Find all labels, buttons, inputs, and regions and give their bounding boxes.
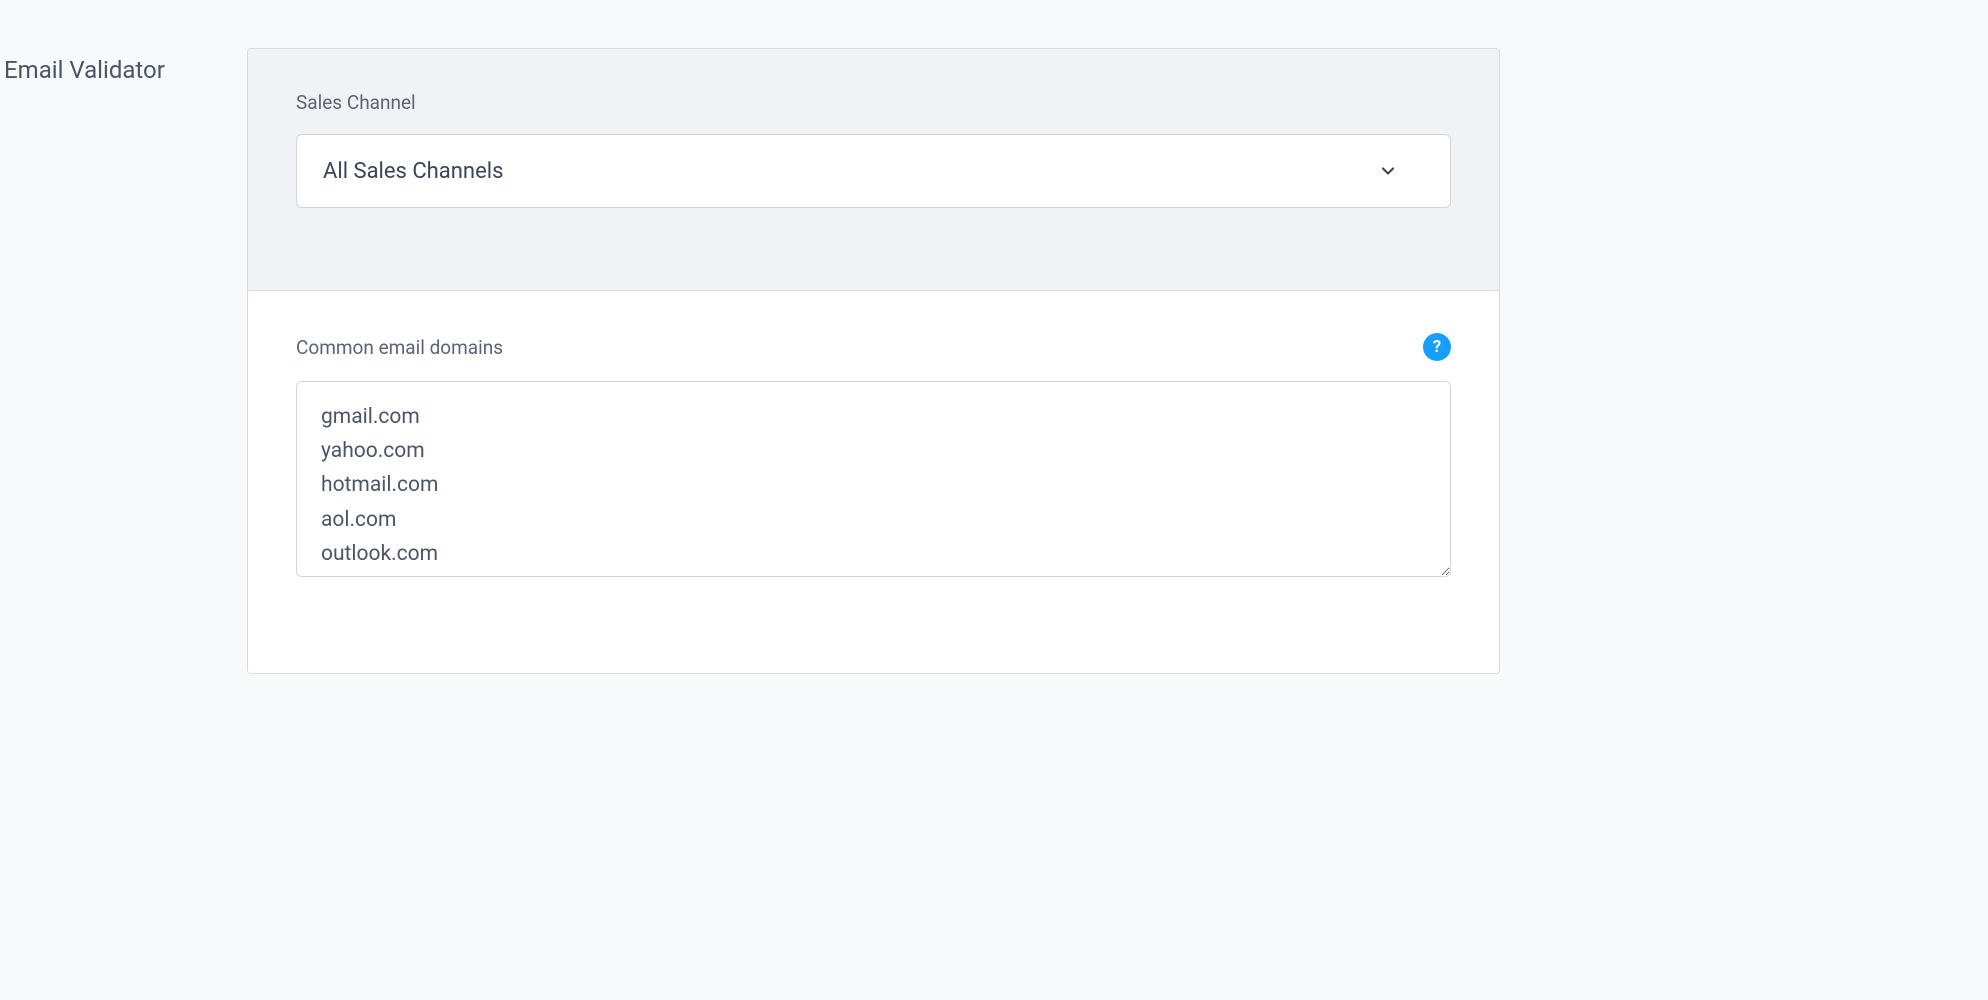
chevron-down-icon [1378,161,1398,181]
common-domains-textarea[interactable] [296,381,1451,577]
sales-channel-section: Sales Channel All Sales Channels [248,49,1499,291]
help-icon[interactable]: ? [1423,333,1451,361]
settings-panel: Sales Channel All Sales Channels Common … [247,48,1500,674]
common-domains-label: Common email domains [296,336,503,359]
page-title: Email Validator [0,48,247,84]
sales-channel-selected-value: All Sales Channels [323,159,503,184]
sales-channel-label: Sales Channel [296,91,1451,114]
sales-channel-select[interactable]: All Sales Channels [296,134,1451,208]
common-domains-section: Common email domains ? [248,291,1499,673]
